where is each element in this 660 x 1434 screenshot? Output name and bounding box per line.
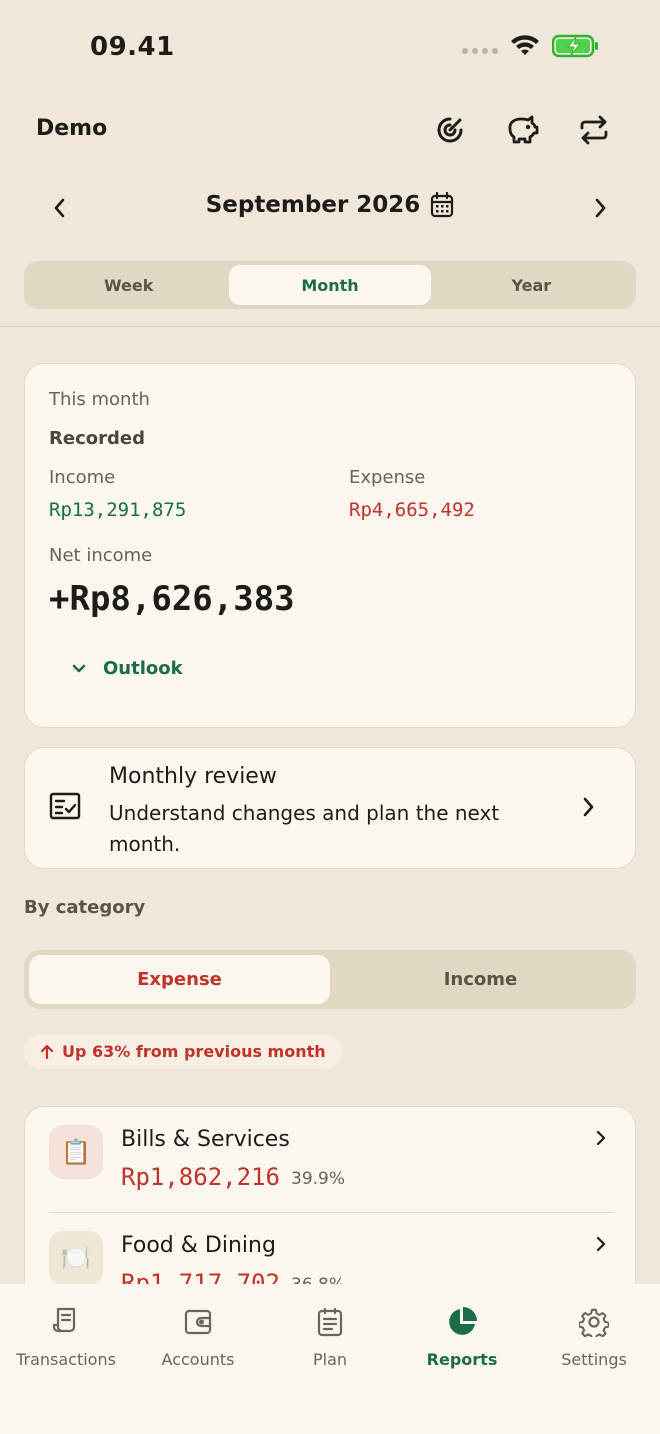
category-tab-expense[interactable]: Expense	[29, 955, 330, 1004]
period-tab-month[interactable]: Month	[229, 265, 431, 305]
bottom-tab-bar: Transactions Accounts Plan Reports Setti…	[0, 1284, 660, 1434]
review-description: Understand changes and plan the next mon…	[109, 801, 500, 856]
tab-settings[interactable]: Settings	[528, 1284, 660, 1434]
header-actions	[428, 108, 616, 152]
tab-label: Plan	[312, 1350, 348, 1369]
checklist-icon	[49, 792, 81, 820]
tab-label: Accounts	[161, 1350, 235, 1369]
radar-icon	[437, 117, 463, 143]
app-title: Demo	[36, 116, 108, 141]
pie-chart-icon	[444, 1304, 480, 1340]
period-tab-year[interactable]: Year	[431, 265, 632, 305]
month-picker[interactable]: September 2026	[0, 192, 660, 218]
income-value: Rp13,291,875	[49, 499, 187, 521]
piggy-bank-icon	[508, 115, 539, 144]
status-icons	[462, 34, 600, 58]
monthly-review-card[interactable]: Monthly review Understand changes and pl…	[24, 747, 636, 869]
tab-label: Transactions	[16, 1350, 116, 1369]
radar-button[interactable]	[428, 108, 472, 152]
tab-plan[interactable]: Plan	[264, 1284, 396, 1434]
expense-value: Rp4,665,492	[349, 499, 475, 521]
summary-card: This month Recorded Income Expense Rp13,…	[24, 363, 636, 728]
period-selector: Week Month Year	[24, 261, 636, 309]
category-type-selector: Expense Income	[24, 950, 636, 1009]
summary-mode-label: Recorded	[49, 428, 145, 449]
period-tab-week[interactable]: Week	[28, 265, 229, 305]
tab-reports[interactable]: Reports	[396, 1284, 528, 1434]
arrow-up-icon	[40, 1044, 54, 1059]
next-month-button[interactable]	[582, 190, 618, 226]
category-name: Food & Dining	[121, 1233, 276, 1258]
chevron-right-icon	[595, 198, 606, 218]
chevron-right-icon	[596, 1236, 606, 1252]
outlook-toggle[interactable]: Outlook	[71, 658, 183, 679]
wallet-icon	[180, 1304, 216, 1340]
category-tab-income[interactable]: Income	[330, 955, 631, 1004]
category-name: Bills & Services	[121, 1127, 290, 1152]
month-navigator: September 2026	[0, 180, 660, 236]
dining-icon: 🍽️	[49, 1231, 103, 1285]
header-divider	[0, 326, 660, 327]
tab-transactions[interactable]: Transactions	[0, 1284, 132, 1434]
savings-button[interactable]	[500, 108, 544, 152]
clipboard-icon	[312, 1304, 348, 1340]
summary-period-label: This month	[49, 389, 150, 410]
calendar-icon	[431, 192, 454, 218]
tab-accounts[interactable]: Accounts	[132, 1284, 264, 1434]
change-badge: Up 63% from previous month	[24, 1034, 342, 1069]
by-category-title: By category	[24, 897, 146, 918]
tab-label: Reports	[426, 1350, 498, 1369]
net-income-value: +Rp8,626,383	[49, 579, 295, 619]
change-text: Up 63% from previous month	[62, 1042, 326, 1061]
battery-charging-icon	[552, 34, 598, 58]
category-percent: 39.9%	[291, 1169, 346, 1189]
expense-label: Expense	[349, 467, 426, 488]
review-title: Monthly review	[109, 764, 277, 789]
cellular-signal-icon	[462, 48, 498, 54]
chevron-down-icon	[72, 664, 86, 672]
gear-icon	[576, 1304, 612, 1340]
net-income-label: Net income	[49, 545, 153, 566]
category-amount: Rp1,862,216	[121, 1163, 280, 1191]
tab-label: Settings	[561, 1350, 627, 1369]
bills-icon: 📋	[49, 1125, 103, 1179]
transfer-button[interactable]	[572, 108, 616, 152]
status-bar: 09.41	[0, 0, 660, 96]
chevron-right-icon	[583, 797, 594, 817]
outlook-label: Outlook	[103, 658, 183, 679]
repeat-icon	[580, 115, 608, 145]
wifi-icon	[511, 35, 539, 55]
receipt-icon	[48, 1304, 84, 1340]
chevron-right-icon	[596, 1130, 606, 1146]
month-label: September 2026	[205, 192, 421, 218]
income-label: Income	[49, 467, 116, 488]
app-header: Demo	[0, 100, 660, 160]
category-row-bills[interactable]: 📋 Bills & Services Rp1,862,216 39.9%	[25, 1107, 635, 1213]
status-time: 09.41	[90, 32, 175, 62]
